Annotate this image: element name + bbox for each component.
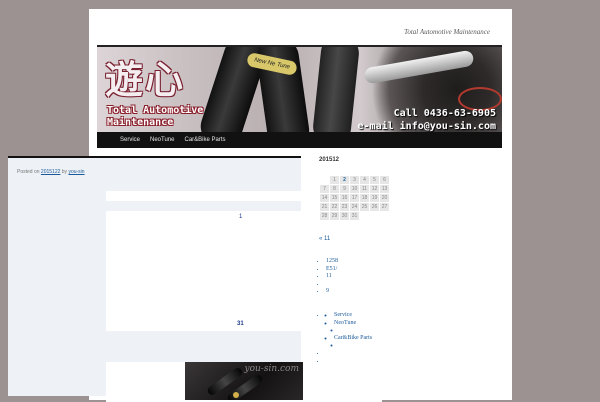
calendar-day: 7 <box>320 185 329 193</box>
sidebar-list-item <box>326 358 372 366</box>
sidebar-list-item: Service NeoTune Car&Bike Parts <box>326 312 372 350</box>
content-rule <box>8 156 301 158</box>
calendar-day: 5 <box>370 176 379 184</box>
calendar-day: 18 <box>360 194 369 202</box>
calendar-caption: 201512 <box>319 157 340 163</box>
calendar-day: 8 <box>330 185 339 193</box>
sidebar-link[interactable]: 11 <box>326 273 338 281</box>
menu-item-neotune[interactable]: NeoTune <box>145 132 179 148</box>
sidebar-link[interactable]: 9 <box>326 288 338 296</box>
calendar-day[interactable]: 2 <box>340 176 349 184</box>
calendar-day <box>320 176 329 184</box>
sidebar-sublist: Service NeoTune Car&Bike Parts <box>326 312 372 350</box>
calendar-day: 12 <box>370 185 379 193</box>
calendar-week-row: 28 29 30 31 <box>320 212 389 220</box>
calendar-day: 24 <box>350 203 359 211</box>
calendar-day: 25 <box>360 203 369 211</box>
calendar-day: 6 <box>380 176 389 184</box>
calendar-day: 10 <box>350 185 359 193</box>
calendar-day: 14 <box>320 194 329 202</box>
banner-company-name: Total Automotive Maintenance <box>107 105 247 129</box>
image-gold-ring <box>233 392 239 398</box>
posted-on-label: Posted on <box>17 169 40 175</box>
sidebar-link[interactable]: 1258 <box>326 258 338 266</box>
calendar-day: 23 <box>340 203 349 211</box>
sidebar-sub-item <box>340 327 372 335</box>
calendar-day: 28 <box>320 212 329 220</box>
calendar-week-row: 123456 <box>320 176 389 184</box>
calendar-week-row: 14 15 16 17 18 19 20 <box>320 194 389 202</box>
calendar-day: 17 <box>350 194 359 202</box>
calendar-day: 16 <box>340 194 349 202</box>
calendar-day: 9 <box>340 185 349 193</box>
calendar-day: 30 <box>340 212 349 220</box>
calendar-day: 15 <box>330 194 339 202</box>
sidebar-link[interactable]: E51/ <box>326 266 338 274</box>
calendar-day: 20 <box>380 194 389 202</box>
menu-item-car-bike-parts[interactable]: Car&Bike Parts <box>179 132 230 148</box>
sidebar-link[interactable] <box>326 281 338 289</box>
calendar-day: 11 <box>360 185 369 193</box>
calendar-day: 1 <box>330 176 339 184</box>
site-logo: 遊心 <box>105 57 186 102</box>
post-day-first: 1 <box>239 214 243 220</box>
sidebar-link-car-bike-parts[interactable]: Car&Bike Parts <box>334 335 372 343</box>
post-author-link[interactable]: you-sin <box>68 169 84 175</box>
post-date-link[interactable]: 2015122 <box>41 169 60 175</box>
calendar-day: 13 <box>380 185 389 193</box>
sidebar-link-service[interactable]: Service <box>334 312 372 320</box>
sidebar-list-1: 1258 E51/ 11 9 <box>318 258 338 296</box>
calendar-day: 19 <box>370 194 379 202</box>
sidebar-calendar: 1 2 3 4 5 6 7 8 9 10 11 12 13 14 15 16 17 18 19 20 21 22 23 24 2… <box>319 175 390 221</box>
calendar-day: 27 <box>380 203 389 211</box>
calendar-prev-link[interactable]: « 11 <box>319 236 330 242</box>
banner-phone: Call 0436-63-6905 <box>393 108 496 119</box>
sidebar-list-item <box>326 350 372 358</box>
calendar-day: 26 <box>370 203 379 211</box>
calendar-day: 21 <box>320 203 329 211</box>
post-image[interactable]: you-sin.com <box>185 362 303 400</box>
calendar-day <box>360 212 369 220</box>
calendar-week-row: 7 8 9 10 11 12 13 <box>320 185 389 193</box>
banner-name-line: Maintenance <box>107 117 174 128</box>
image-watermark: you-sin.com <box>244 364 300 374</box>
calendar-day <box>380 212 389 220</box>
calendar-day: 4 <box>360 176 369 184</box>
menu-item-service[interactable]: Service <box>115 132 145 148</box>
main-menu: Service NeoTune Car&Bike Parts <box>97 132 502 148</box>
site-tagline: Total Automotive Maintenance <box>404 28 490 36</box>
calendar-day: 29 <box>330 212 339 220</box>
post-meta: Posted on 2015122 by you-sin <box>17 169 85 175</box>
banner-name-line: Total Automotive <box>107 105 204 116</box>
banner-contact: Call 0436-63-6905 e-mail info@you-sin.co… <box>358 107 496 132</box>
by-label: by <box>61 169 68 175</box>
header-banner[interactable]: New Ne Tune 遊心 Total Automotive Maintena… <box>97 47 502 132</box>
calendar-week-row: 21 22 23 24 25 26 27 <box>320 203 389 211</box>
post-day-last[interactable]: 31 <box>237 321 244 327</box>
sidebar-list-2: Service NeoTune Car&Bike Parts <box>318 312 372 365</box>
sidebar-link-neotune[interactable]: NeoTune <box>334 320 372 328</box>
calendar-day: 22 <box>330 203 339 211</box>
calendar-day <box>370 212 379 220</box>
sidebar-sub-item <box>340 342 372 350</box>
calendar-day: 31 <box>350 212 359 220</box>
banner-email: e-mail info@you-sin.com <box>357 121 496 132</box>
calendar-day: 3 <box>350 176 359 184</box>
